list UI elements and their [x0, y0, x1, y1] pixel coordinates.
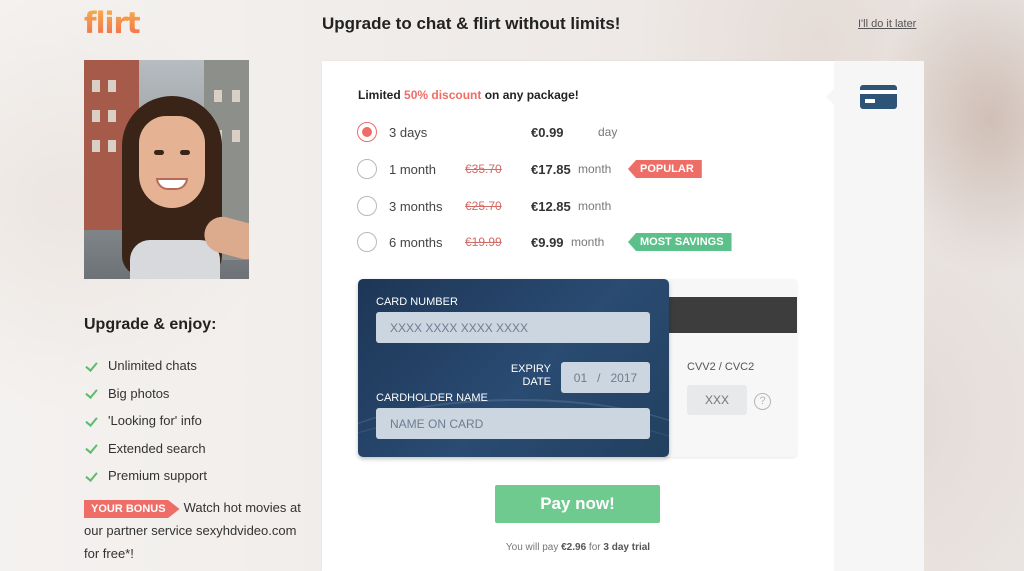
plan-price: €12.85 [531, 198, 571, 214]
expiry-label: EXPIRY DATE [510, 363, 551, 388]
profile-photo [84, 60, 249, 279]
plan-name: 1 month [389, 161, 436, 177]
card-number-label: CARD NUMBER [376, 296, 458, 308]
feature-label: Extended search [108, 440, 206, 456]
plan-unit: day [598, 125, 618, 139]
cvv-label: CVV2 / CVC2 [687, 361, 755, 373]
bonus-block: YOUR BONUS Watch hot movies at our partne… [84, 496, 314, 565]
cvv-input[interactable] [687, 385, 747, 415]
feature-item: Premium support [84, 462, 207, 490]
check-icon [84, 469, 100, 483]
page-title: Upgrade to chat & flirt without limits! [322, 14, 621, 33]
expiry-date-input[interactable]: 01 / 2017 [561, 362, 650, 393]
feature-item: Big photos [84, 380, 207, 408]
payment-method-tab[interactable] [834, 61, 924, 571]
plan-radio[interactable] [357, 159, 377, 179]
discount-banner: Limited 50% discount on any package! [358, 88, 579, 102]
plan-option-3-months[interactable]: 3 months €25.70 €12.85 month [357, 195, 757, 217]
enjoy-title: Upgrade & enjoy: [84, 316, 217, 333]
feature-list: Unlimited chats Big photos 'Looking for'… [84, 352, 207, 490]
plan-option-6-months[interactable]: 6 months €19.99 €9.99 month MOST SAVINGS [357, 231, 757, 253]
expiry-year: 2017 [610, 370, 638, 385]
plan-option-1-month[interactable]: 1 month €35.70 €17.85 month POPULAR [357, 158, 757, 180]
check-icon [84, 359, 100, 373]
expiry-month: 01 [573, 370, 588, 385]
plan-name: 6 months [389, 234, 443, 250]
plan-unit: month [578, 199, 612, 213]
feature-item: 'Looking for' info [84, 407, 207, 435]
plan-option-3-days[interactable]: 3 days €0.99 day [357, 121, 757, 143]
feature-item: Extended search [84, 435, 207, 463]
cardholder-name-input[interactable] [376, 408, 650, 439]
check-icon [84, 414, 100, 428]
skip-link[interactable]: I'll do it later [858, 18, 916, 30]
feature-label: Unlimited chats [108, 358, 197, 374]
plan-radio[interactable] [357, 232, 377, 252]
plan-unit: month [571, 235, 605, 249]
plan-old-price: €19.99 [465, 235, 502, 249]
check-icon [84, 441, 100, 455]
plan-price: €0.99 [531, 124, 564, 140]
plan-old-price: €35.70 [465, 162, 502, 176]
plan-price: €9.99 [531, 234, 564, 250]
card-front: CARD NUMBER EXPIRY DATE 01 / 2017 CARDHO… [358, 279, 669, 457]
help-icon[interactable]: ? [754, 393, 771, 410]
feature-label: Premium support [108, 468, 207, 484]
flirt-logo[interactable]: flirt [84, 6, 141, 40]
plan-old-price: €25.70 [465, 199, 502, 213]
cardholder-label: CARDHOLDER NAME [376, 392, 488, 404]
discount-highlight: 50% discount [404, 88, 482, 102]
plan-unit: month [578, 162, 612, 176]
plan-name: 3 months [389, 198, 443, 214]
feature-item: Unlimited chats [84, 352, 207, 380]
magnetic-strip [664, 297, 797, 333]
feature-label: Big photos [108, 385, 170, 401]
plan-name: 3 days [389, 124, 428, 140]
plan-radio[interactable] [357, 196, 377, 216]
most-savings-badge: MOST SAVINGS [628, 233, 732, 251]
bonus-tag: YOUR BONUS [84, 500, 180, 518]
check-icon [84, 386, 100, 400]
feature-label: 'Looking for' info [108, 413, 202, 429]
pay-now-button[interactable]: Pay now! [495, 485, 660, 523]
tab-pointer [826, 88, 835, 106]
payment-note: You will pay €2.96 for 3 day trial [505, 542, 651, 553]
expiry-separator: / [597, 370, 601, 385]
plan-radio[interactable] [357, 122, 377, 142]
credit-card-icon[interactable] [860, 85, 897, 109]
card-number-input[interactable] [376, 312, 650, 343]
plan-price: €17.85 [531, 161, 571, 177]
card-back: CVV2 / CVC2 ? [664, 279, 797, 457]
popular-badge: POPULAR [628, 160, 702, 178]
